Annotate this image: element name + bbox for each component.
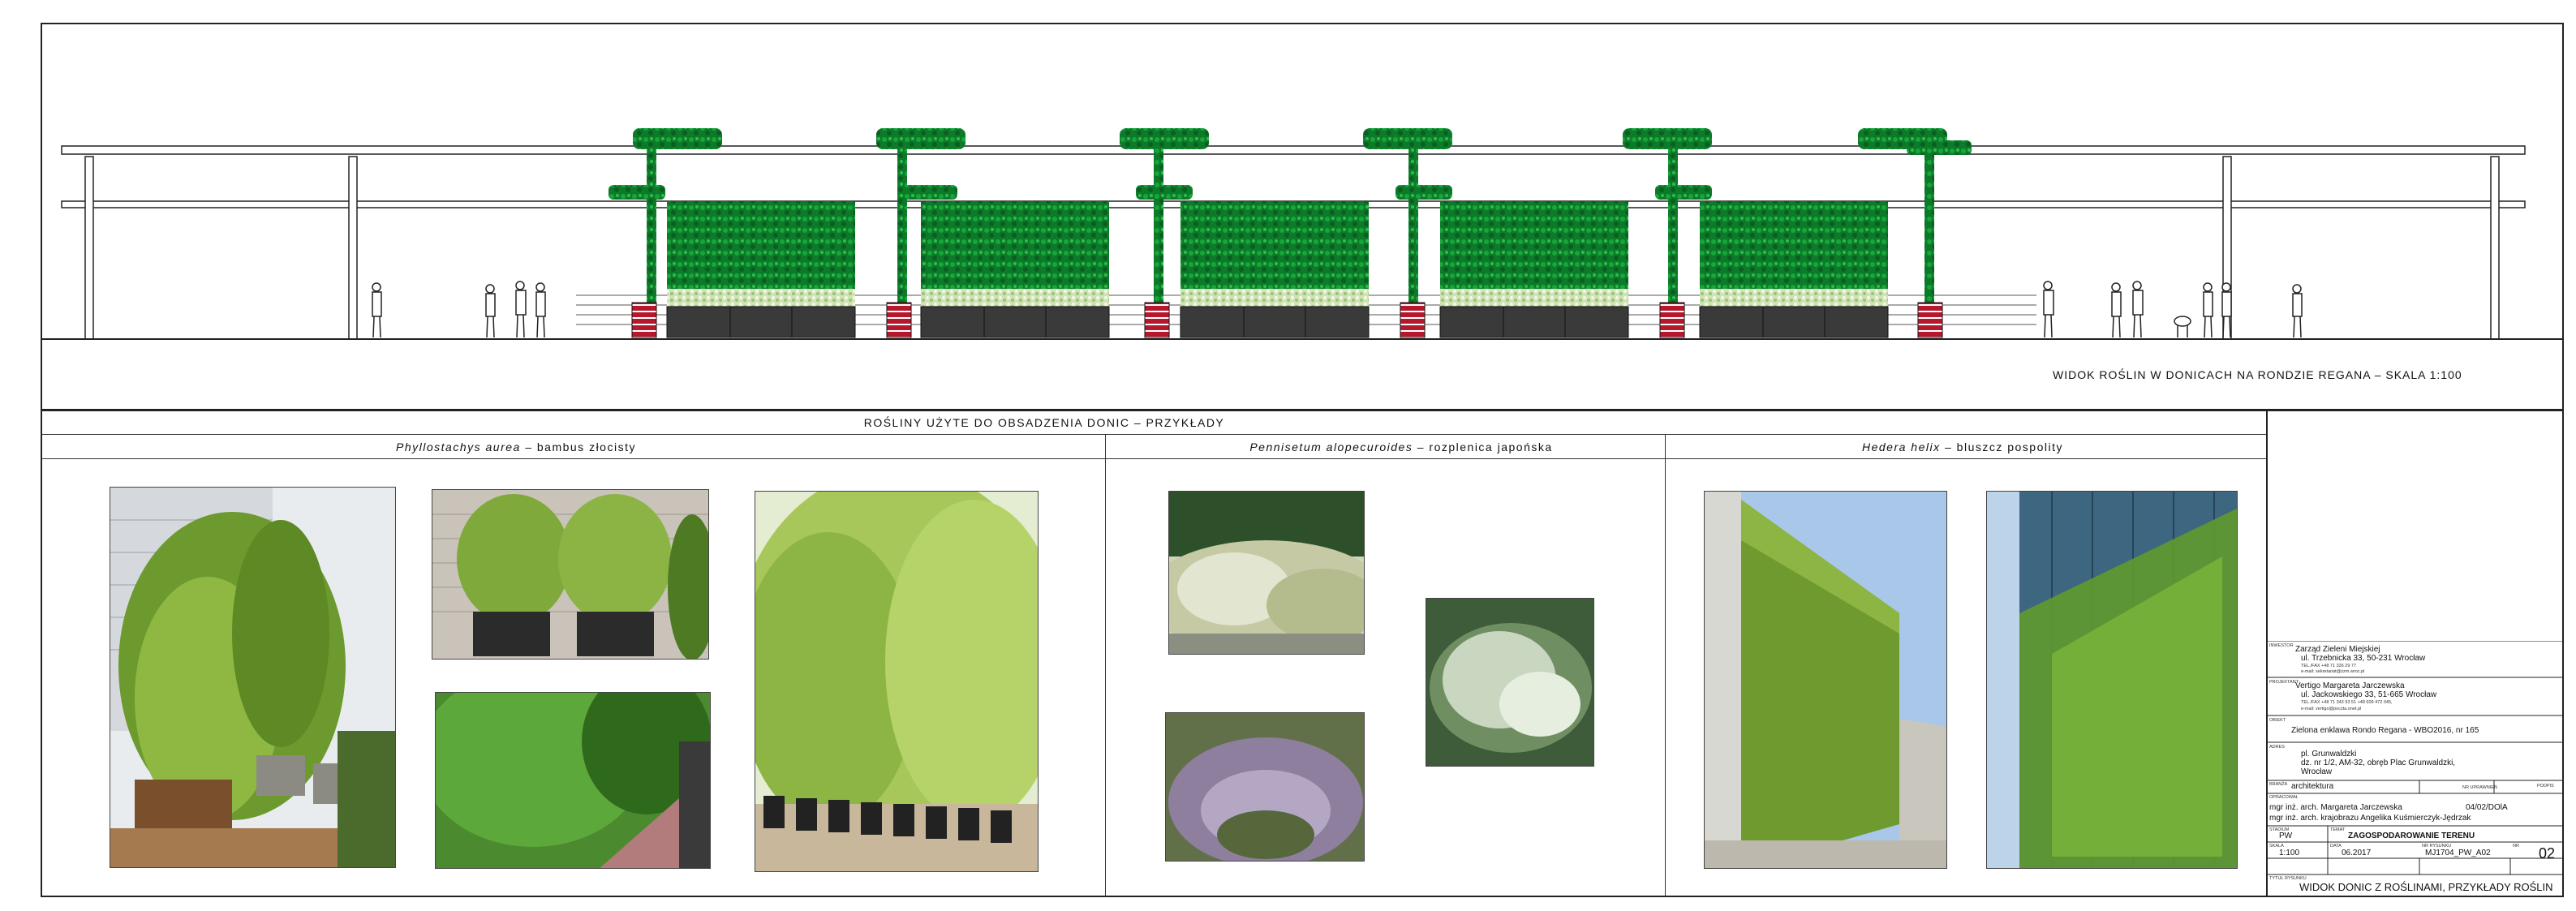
photo-ivy-wall-glass [1986, 491, 2238, 869]
planter-group-3 [1180, 201, 1370, 338]
photo-pennisetum-border [1168, 491, 1365, 655]
object-label: OBIEKT [2269, 718, 2286, 723]
date-value: 06.2017 [2342, 849, 2372, 857]
photo-bamboo-terrace [110, 487, 396, 868]
photo-ivy-wall-building [1704, 491, 1947, 869]
photo-bamboo-pots [755, 491, 1039, 872]
address-label: ADRES [2269, 745, 2285, 750]
column-header-pennisetum: Pennisetum alopecuroides – rozplenica ja… [1249, 440, 1552, 453]
title-block: INWESTOR Zarząd Zieleni Miejskiej ul. Tr… [2267, 641, 2563, 896]
prepared-label: OPRACOWAŁ [2269, 795, 2299, 800]
drawing-title: WIDOK DONIC Z ROŚLINAMI, PRZYKŁADY ROŚLI… [2299, 881, 2553, 893]
branch-value: architektura [2291, 782, 2334, 791]
column-header-hedera: Hedera helix – bluszcz pospolity [1862, 440, 2063, 453]
sheet-label: NR [2513, 844, 2519, 849]
designer-label: PROJEKTANT [2269, 680, 2299, 685]
photo-pennisetum-purple [1165, 712, 1365, 862]
address-line3: Wrocław [2301, 767, 2333, 776]
planter-group-1 [666, 201, 856, 338]
investor-email: e-mail: sekretariat@zzm.wroc.pl [2301, 669, 2365, 674]
author-1: mgr inż. arch. Margareta Jarczewska [2269, 803, 2402, 812]
header-divider-2 [41, 458, 2267, 459]
stage-value: PW [2279, 832, 2293, 840]
designer-email: e-mail: vertigo@poczta.onet.pl [2301, 707, 2362, 711]
sheet-value: 02 [2539, 845, 2556, 862]
section-divider [41, 410, 2564, 411]
author-2: mgr inż. arch. krajobrazu Angelika Kuśmi… [2269, 814, 2471, 823]
object-name: Zielona enklawa Rondo Regana - WBO2016, … [2291, 726, 2479, 735]
branch-label: BRANŻA [2269, 782, 2288, 787]
planter-group-4 [1439, 201, 1629, 338]
designer-tel: TEL./FAX +48 71 343 93 51 +48 609 472 04… [2301, 700, 2393, 705]
scale-value: 1:100 [2279, 849, 2300, 857]
header-divider-1 [41, 434, 2267, 435]
author-1-licence: 04/02/DOlA [2466, 803, 2508, 812]
column-divider-2 [1665, 434, 1666, 897]
common-name: – rozplenica japońska [1413, 440, 1553, 453]
photo-bamboo-hedge [435, 692, 711, 869]
planter-group-2 [920, 201, 1110, 338]
photo-bamboo-planters [432, 489, 709, 660]
drawing-no-value: MJ1704_PW_A02 [2425, 849, 2491, 857]
plants-section-title: ROŚLINY UŻYTE DO OBSADZENIA DONIC – PRZY… [863, 416, 1225, 429]
designer-address: ul. Jackowskiego 33, 51-665 Wrocław [2301, 690, 2437, 699]
species-name: Hedera helix [1861, 440, 1941, 453]
investor-label: INWESTOR [2269, 643, 2294, 648]
investor-tel: TEL./FAX +48 71 326 29 77 [2301, 664, 2357, 668]
species-name: Phyllostachys aurea [396, 440, 521, 453]
common-name: – bambus złocisty [520, 440, 636, 453]
elevation-drawing [41, 128, 2564, 410]
signature-label: PODPIS [2537, 784, 2554, 789]
investor-address: ul. Trzebnicka 33, 50-231 Wrocław [2301, 654, 2426, 663]
photo-pennisetum-closeup [1426, 598, 1594, 767]
subject-value: ZAGOSPODAROWANIE TERENU [2348, 832, 2475, 840]
subject-label: TEMAT [2330, 827, 2346, 832]
date-label: DATA [2330, 844, 2342, 849]
column-divider-1 [1105, 434, 1106, 897]
species-name: Pennisetum alopecuroides [1249, 440, 1413, 453]
common-name: – bluszcz pospolity [1940, 440, 2064, 453]
elevation-caption: WIDOK ROŚLIN W DONICACH NA RONDZIE REGAN… [2053, 368, 2462, 381]
licence-label: NR UPRAWNIEŃ [2462, 785, 2497, 790]
column-header-bamboo: Phyllostachys aurea – bambus złocisty [396, 440, 636, 453]
planter-group-5 [1699, 201, 1889, 338]
